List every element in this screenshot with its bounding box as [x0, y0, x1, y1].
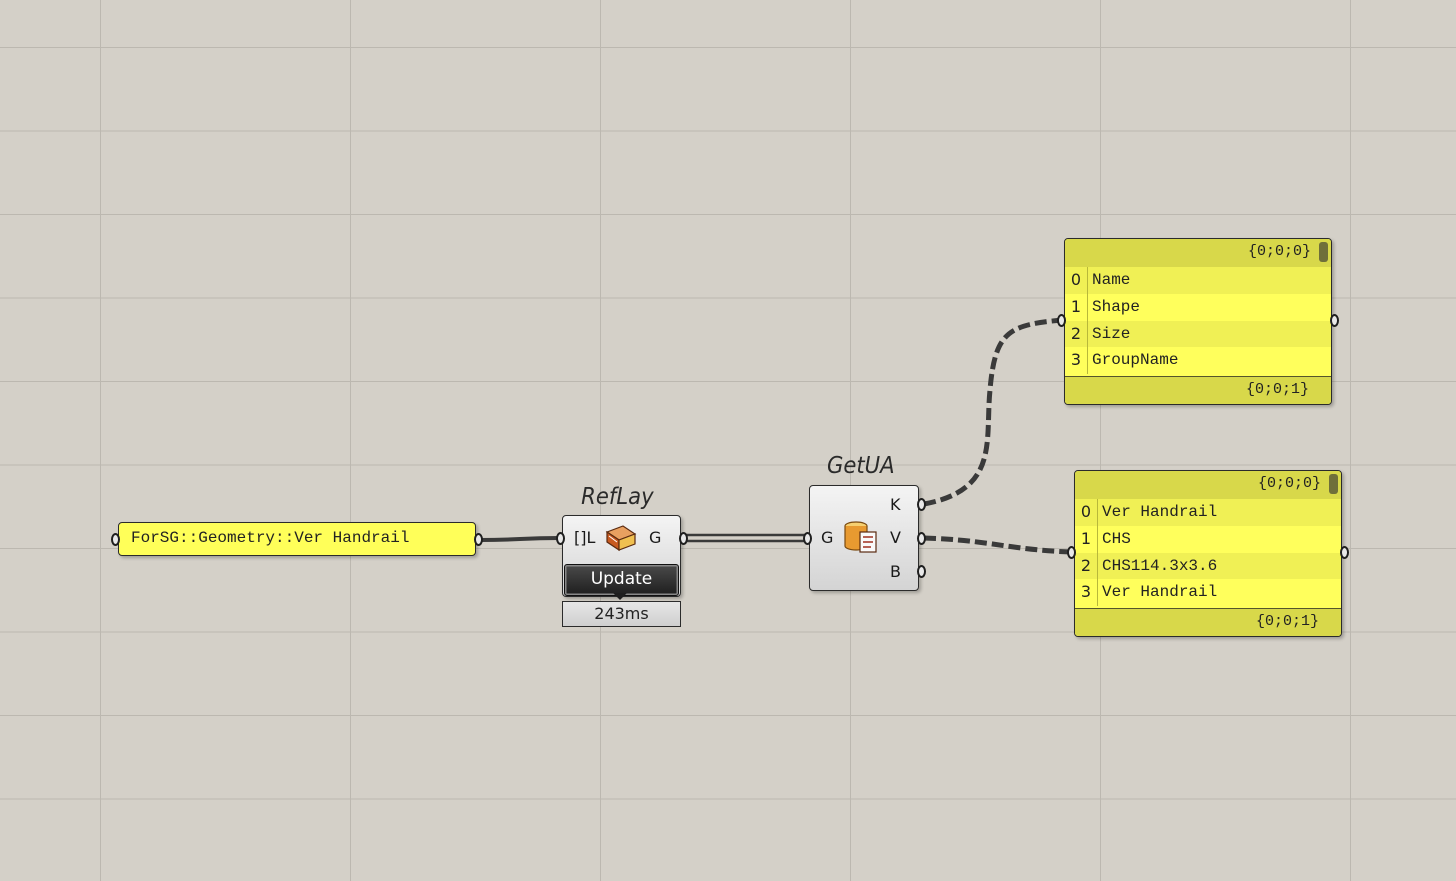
list-item: 0 Ver Handrail: [1075, 499, 1341, 526]
keys-panel-scrollbar[interactable]: [1319, 242, 1328, 262]
list-item: 2 Size: [1065, 320, 1331, 348]
list-item-index: 0: [1075, 499, 1098, 526]
list-item-index: 0: [1065, 267, 1088, 294]
grasshopper-canvas[interactable]: ForSG::Geometry::Ver Handrail RefLay []L…: [0, 0, 1456, 881]
getua-nickname: GetUA: [826, 453, 895, 479]
keys-panel-header: {0;0;0}: [1065, 239, 1331, 267]
wire-k-to-keys: [923, 317, 1063, 507]
getua-input-label[interactable]: G: [821, 528, 833, 547]
list-item: 2 CHS114.3x3.6: [1075, 552, 1341, 580]
wire-layer: [479, 317, 1073, 555]
layer-reference-icon: [605, 525, 637, 552]
list-item-value: CHS114.3x3.6: [1102, 556, 1218, 575]
keys-panel-input-port[interactable]: [1057, 314, 1066, 327]
list-item-index: 2: [1075, 552, 1098, 580]
keys-panel[interactable]: {0;0;0} 0 Name 1 Shape 2 Size 3 GroupNam…: [1064, 238, 1332, 405]
getua-output-b-label[interactable]: B: [890, 562, 901, 581]
list-item-index: 3: [1075, 579, 1098, 606]
wire-text-to-reflay: [479, 536, 561, 542]
values-panel[interactable]: {0;0;0} 0 Ver Handrail 1 CHS 2 CHS114.3x…: [1074, 470, 1342, 637]
text-panel[interactable]: ForSG::Geometry::Ver Handrail: [118, 522, 476, 556]
list-item-value: GroupName: [1092, 351, 1179, 370]
list-item-index: 2: [1065, 320, 1088, 348]
update-button[interactable]: Update: [564, 564, 679, 596]
list-item-index: 1: [1075, 525, 1098, 553]
getua-output-b-port[interactable]: [917, 565, 926, 578]
values-panel-header: {0;0;0}: [1075, 471, 1341, 499]
list-item: 3 Ver Handrail: [1075, 579, 1341, 606]
list-item-value: Shape: [1092, 297, 1141, 316]
reflay-timing: 243ms: [562, 601, 681, 627]
list-item-index: 1: [1065, 293, 1088, 321]
list-item-value: Size: [1092, 324, 1131, 343]
list-item-index: 3: [1065, 347, 1088, 374]
values-panel-output-port[interactable]: [1340, 546, 1349, 559]
list-item-value: CHS: [1102, 529, 1131, 548]
list-item-value: Name: [1092, 271, 1131, 289]
wire-v-to-values: [923, 535, 1073, 555]
keys-panel-footer: {0;0;1}: [1065, 376, 1331, 404]
list-item: 3 GroupName: [1065, 347, 1331, 374]
reflay-output-port[interactable]: [679, 532, 688, 545]
text-panel-value[interactable]: ForSG::Geometry::Ver Handrail: [131, 529, 409, 547]
values-panel-scrollbar[interactable]: [1329, 474, 1338, 494]
list-item: 0 Name: [1065, 267, 1331, 294]
update-button-pointer: [613, 593, 627, 600]
values-panel-footer: {0;0;1}: [1075, 608, 1341, 636]
list-item: 1 CHS: [1075, 525, 1341, 553]
getua-output-k-port[interactable]: [917, 498, 926, 511]
reflay-nickname: RefLay: [581, 484, 654, 510]
text-panel-output-port[interactable]: [474, 533, 483, 546]
list-item: 1 Shape: [1065, 293, 1331, 321]
keys-panel-output-port[interactable]: [1330, 314, 1339, 327]
getua-input-port[interactable]: [803, 532, 812, 545]
reflay-input-label[interactable]: []L: [574, 528, 595, 547]
values-panel-input-port[interactable]: [1067, 546, 1076, 559]
list-item-value: Ver Handrail: [1102, 583, 1218, 602]
reflay-input-port[interactable]: [556, 532, 565, 545]
getua-output-v-label[interactable]: V: [890, 528, 901, 547]
list-item-value: Ver Handrail: [1102, 503, 1218, 521]
text-panel-input-port[interactable]: [111, 533, 120, 546]
user-attributes-icon: [844, 521, 877, 553]
reflay-output-label[interactable]: G: [649, 528, 661, 547]
getua-output-k-label[interactable]: K: [890, 495, 901, 514]
getua-output-v-port[interactable]: [917, 532, 926, 545]
